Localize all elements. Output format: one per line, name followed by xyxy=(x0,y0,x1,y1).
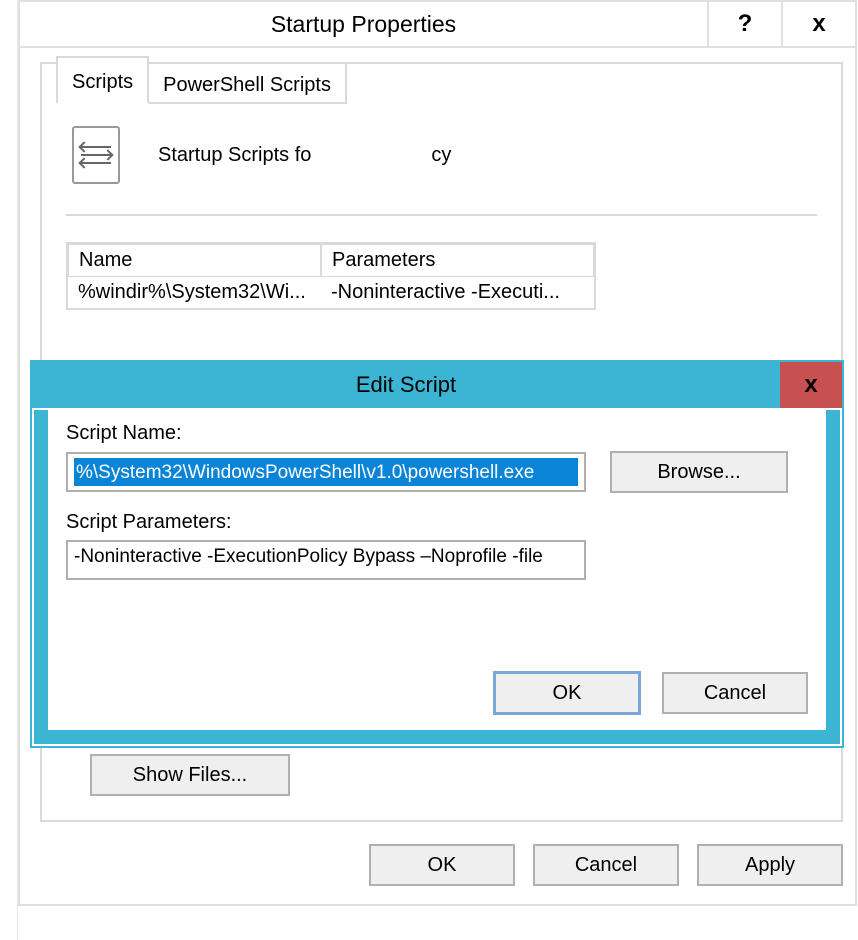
tab-scripts[interactable]: Scripts xyxy=(56,56,149,104)
dialog-close-button[interactable]: x xyxy=(780,362,842,408)
column-header-name[interactable]: Name xyxy=(68,244,321,277)
scripts-header: Startup Scripts fo cy xyxy=(66,106,817,216)
browse-button[interactable]: Browse... xyxy=(610,451,788,493)
dialog-body: Script Name: %\System32\WindowsPowerShel… xyxy=(34,410,840,744)
script-parameters-input[interactable]: -Noninteractive -ExecutionPolicy Bypass … xyxy=(66,540,586,580)
edit-script-dialog: Edit Script x Script Name: %\System32\Wi… xyxy=(30,360,844,748)
script-icon xyxy=(72,126,120,184)
script-parameters-label: Script Parameters: xyxy=(66,511,808,534)
scripts-list[interactable]: Name Parameters %windir%\System32\Wi... … xyxy=(66,242,596,310)
show-files-button[interactable]: Show Files... xyxy=(90,754,290,796)
scripts-header-text: Startup Scripts fo cy xyxy=(158,144,811,167)
close-button[interactable]: x xyxy=(781,2,855,46)
dialog-footer-buttons: OK Cancel xyxy=(494,672,808,714)
scripts-list-header: Name Parameters xyxy=(68,244,594,277)
script-name-input[interactable]: %\System32\WindowsPowerShell\v1.0\powers… xyxy=(66,452,586,492)
ok-button[interactable]: OK xyxy=(369,844,515,886)
script-parameters-value: -Noninteractive -ExecutionPolicy Bypass … xyxy=(74,546,543,567)
dialog-ok-button[interactable]: OK xyxy=(494,672,640,714)
cell-name: %windir%\System32\Wi... xyxy=(68,277,321,308)
tab-strip: Scripts PowerShell Scripts xyxy=(56,60,345,102)
window-titlebar: Startup Properties ? x xyxy=(20,2,855,48)
script-name-value: %\System32\WindowsPowerShell\v1.0\powers… xyxy=(74,458,578,486)
cancel-button[interactable]: Cancel xyxy=(533,844,679,886)
cell-parameters: -Noninteractive -Executi... xyxy=(321,277,594,308)
scripts-header-text-1: Startup Scripts fo xyxy=(158,144,311,167)
dialog-cancel-button[interactable]: Cancel xyxy=(662,672,808,714)
script-name-label: Script Name: xyxy=(66,422,808,445)
background-window-edge xyxy=(0,0,18,940)
tab-powershell-scripts[interactable]: PowerShell Scripts xyxy=(147,62,347,104)
scripts-list-area: Name Parameters %windir%\System32\Wi... … xyxy=(66,242,817,310)
window-title: Startup Properties xyxy=(20,11,707,38)
apply-button[interactable]: Apply xyxy=(697,844,843,886)
help-button[interactable]: ? xyxy=(707,2,781,46)
column-header-parameters[interactable]: Parameters xyxy=(321,244,594,277)
dialog-titlebar[interactable]: Edit Script x xyxy=(32,362,842,408)
window-footer-buttons: OK Cancel Apply xyxy=(20,844,843,886)
scripts-header-text-2: cy xyxy=(431,144,451,167)
dialog-title: Edit Script xyxy=(32,372,780,398)
table-row[interactable]: %windir%\System32\Wi... -Noninteractive … xyxy=(68,277,594,308)
